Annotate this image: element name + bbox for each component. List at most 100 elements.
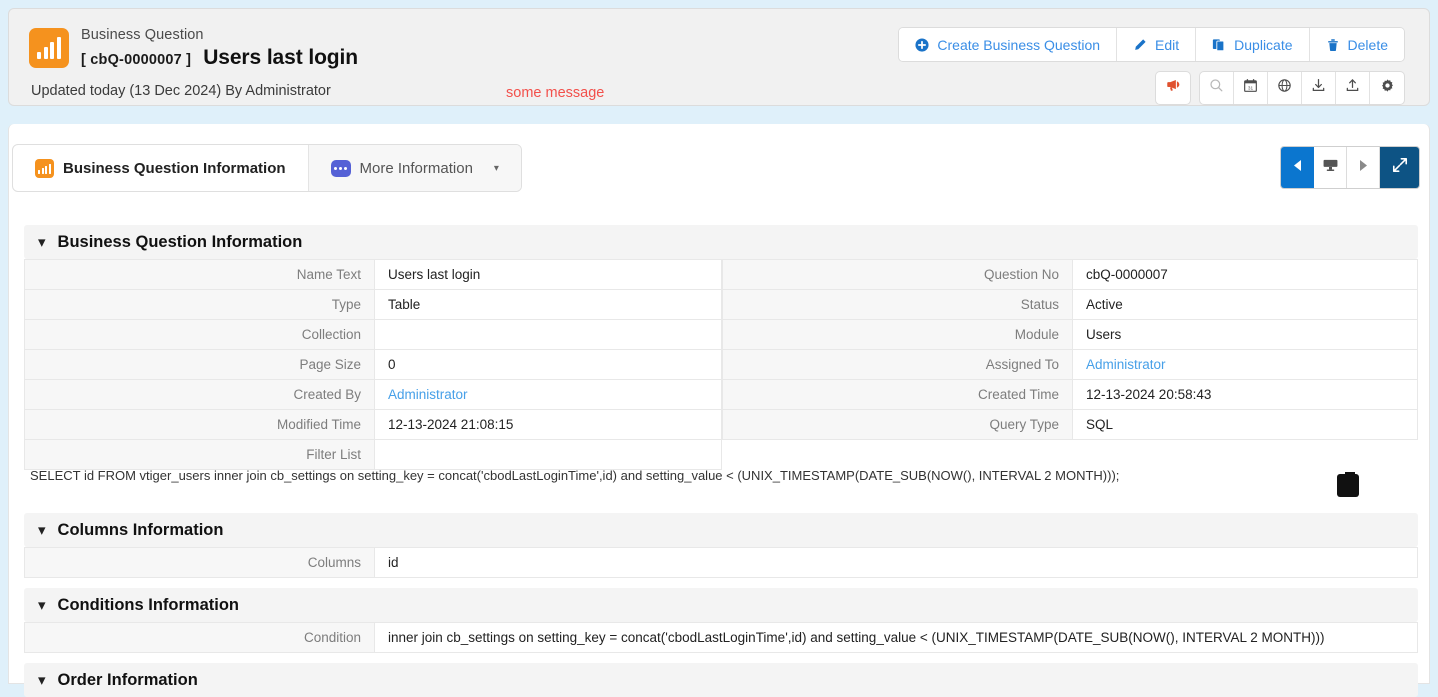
table-row: Columns id xyxy=(24,547,1418,578)
section-title: Business Question Information xyxy=(57,232,303,251)
field-value: Users last login xyxy=(374,259,722,290)
expand-icon xyxy=(1392,157,1408,178)
field-value: 0 xyxy=(374,349,722,380)
field-value: 12-13-2024 20:58:43 xyxy=(1072,379,1418,410)
field-value: cbQ-0000007 xyxy=(1072,259,1418,290)
settings-button[interactable] xyxy=(1370,72,1404,104)
globe-button[interactable] xyxy=(1268,72,1302,104)
page-title: Users last login xyxy=(203,46,358,69)
field-label: Question No xyxy=(722,259,1073,290)
table-row: Condition inner join cb_settings on setti… xyxy=(24,622,1418,653)
next-arrow-icon xyxy=(1358,159,1369,177)
business-question-right-table: Question No cbQ-0000007 Status Active Module… xyxy=(722,259,1418,440)
download-icon xyxy=(1311,78,1326,98)
field-label: Modified Time xyxy=(24,409,375,440)
updated-info: Updated today (13 Dec 2024) By Administr… xyxy=(31,83,331,99)
megaphone-icon xyxy=(1165,77,1182,99)
field-value[interactable]: Administrator xyxy=(1072,349,1418,380)
duplicate-icon xyxy=(1212,38,1226,52)
previous-record-button[interactable] xyxy=(1281,147,1314,188)
table-row: Query Type SQL xyxy=(722,409,1418,440)
upload-button[interactable] xyxy=(1336,72,1370,104)
field-label: Created By xyxy=(24,379,375,410)
field-value[interactable]: Administrator xyxy=(374,379,722,410)
next-record-button[interactable] xyxy=(1347,147,1380,188)
field-label: Name Text xyxy=(24,259,375,290)
field-value: inner join cb_settings on setting_key = … xyxy=(374,622,1418,653)
record-header-card: Business Question [ cbQ-0000007 ] Users … xyxy=(8,8,1430,106)
delete-button[interactable]: Delete xyxy=(1309,28,1404,61)
field-value: SQL xyxy=(1072,409,1418,440)
record-navigation-buttons xyxy=(1280,146,1420,189)
field-label: Query Type xyxy=(722,409,1073,440)
field-label: Filter List xyxy=(24,439,375,470)
create-business-question-button[interactable]: Create Business Question xyxy=(899,28,1118,61)
tab-business-question-information[interactable]: Business Question Information xyxy=(13,145,309,191)
field-value: 12-13-2024 21:08:15 xyxy=(374,409,722,440)
table-row: Status Active xyxy=(722,289,1418,320)
conditions-table: Condition inner join cb_settings on setti… xyxy=(24,622,1418,653)
section-title: Columns Information xyxy=(57,520,224,539)
field-value-link[interactable]: Administrator xyxy=(388,387,468,402)
presentation-mode-button[interactable] xyxy=(1314,147,1347,188)
chevron-down-icon[interactable]: ▾ xyxy=(494,163,499,174)
field-value: Table xyxy=(374,289,722,320)
duplicate-button[interactable]: Duplicate xyxy=(1196,28,1310,61)
chevron-down-icon[interactable]: ▾ xyxy=(38,598,46,613)
section-header-conditions-information[interactable]: ▾ Conditions Information xyxy=(24,588,1418,622)
chevron-down-icon[interactable]: ▾ xyxy=(38,673,46,688)
section-header-order-information[interactable]: ▾ Order Information xyxy=(24,663,1418,697)
pencil-icon xyxy=(1133,38,1147,52)
calendar-button[interactable]: 31 xyxy=(1234,72,1268,104)
status-message: some message xyxy=(506,85,605,101)
field-label: Created Time xyxy=(722,379,1073,410)
business-question-left-table: Name Text Users last login Type Table Collec… xyxy=(24,259,722,470)
section-header-columns-information[interactable]: ▾ Columns Information xyxy=(24,513,1418,547)
record-action-buttons: Create Business Question Edit Duplicate … xyxy=(898,27,1405,62)
field-label: Assigned To xyxy=(722,349,1073,380)
download-button[interactable] xyxy=(1302,72,1336,104)
field-value-link[interactable]: Administrator xyxy=(1086,357,1166,372)
table-row: Type Table xyxy=(24,289,722,320)
record-number: [ cbQ-0000007 ] xyxy=(81,52,192,68)
search-icon xyxy=(1209,78,1224,98)
module-label: Business Question xyxy=(81,27,204,43)
trash-icon xyxy=(1326,38,1340,52)
record-title-line: [ cbQ-0000007 ] Users last login xyxy=(81,46,358,70)
table-row: Question No cbQ-0000007 xyxy=(722,259,1418,290)
search-button[interactable] xyxy=(1200,72,1234,104)
detail-tabbar: Business Question Information More Infor… xyxy=(12,144,522,192)
edit-label: Edit xyxy=(1155,36,1180,53)
tab-more-information-label: More Information xyxy=(359,159,473,177)
field-label: Condition xyxy=(24,622,375,653)
table-row: Module Users xyxy=(722,319,1418,350)
chevron-down-icon[interactable]: ▾ xyxy=(38,523,46,538)
record-tool-buttons: 31 xyxy=(1155,71,1405,105)
tab-more-information[interactable]: More Information ▾ xyxy=(308,145,521,191)
section-header-business-question-information[interactable]: ▾ Business Question Information xyxy=(24,225,1418,259)
calendar-icon: 31 xyxy=(1243,78,1258,98)
chevron-down-icon[interactable]: ▾ xyxy=(38,235,46,250)
section-title: Order Information xyxy=(57,670,198,689)
duplicate-label: Duplicate xyxy=(1234,36,1293,53)
expand-button[interactable] xyxy=(1380,147,1419,188)
clipboard-icon[interactable] xyxy=(1337,470,1359,497)
field-label: Columns xyxy=(24,547,375,578)
chart-icon xyxy=(35,158,54,178)
plus-circle-icon xyxy=(915,37,929,52)
screen-icon xyxy=(1322,158,1339,178)
table-row: Modified Time 12-13-2024 21:08:15 xyxy=(24,409,722,440)
tool-icon-group: 31 xyxy=(1199,71,1405,105)
megaphone-button[interactable] xyxy=(1155,71,1191,105)
table-row: Name Text Users last login xyxy=(24,259,722,290)
field-value: Users xyxy=(1072,319,1418,350)
globe-icon xyxy=(1277,78,1292,98)
columns-table: Columns id xyxy=(24,547,1418,578)
field-value xyxy=(374,319,722,350)
table-row: Assigned To Administrator xyxy=(722,349,1418,380)
prev-arrow-icon xyxy=(1292,159,1303,177)
field-label: Module xyxy=(722,319,1073,350)
field-value: id xyxy=(374,547,1418,578)
tab-business-question-information-label: Business Question Information xyxy=(63,159,286,177)
edit-button[interactable]: Edit xyxy=(1117,28,1197,61)
